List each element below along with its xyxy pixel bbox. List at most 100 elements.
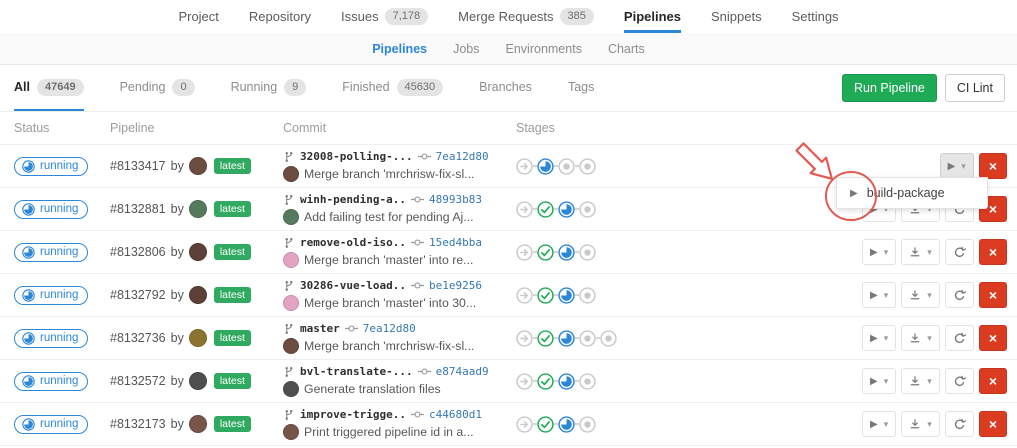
retry-button[interactable] bbox=[945, 325, 974, 351]
stage-skipped-icon[interactable] bbox=[516, 158, 533, 175]
top-nav-item-pipelines[interactable]: Pipelines bbox=[624, 0, 681, 33]
stage-running-icon[interactable] bbox=[558, 201, 575, 218]
play-dropdown-button[interactable]: ▶▾ bbox=[862, 411, 896, 437]
pipeline-id-link[interactable]: #8132173 bbox=[110, 417, 166, 431]
user-avatar[interactable] bbox=[189, 329, 207, 347]
retry-button[interactable] bbox=[945, 282, 974, 308]
stage-created-icon[interactable] bbox=[558, 158, 575, 175]
user-avatar[interactable] bbox=[189, 157, 207, 175]
stage-running-icon[interactable] bbox=[558, 330, 575, 347]
pipeline-id-link[interactable]: #8132572 bbox=[110, 374, 166, 388]
top-nav-item-settings[interactable]: Settings bbox=[792, 0, 839, 33]
commit-sha-link[interactable]: 7ea12d80 bbox=[363, 321, 416, 338]
sub-nav-item-pipelines[interactable]: Pipelines bbox=[372, 42, 427, 56]
sub-nav-item-charts[interactable]: Charts bbox=[608, 42, 645, 56]
tab-pending[interactable]: Pending0 bbox=[120, 65, 195, 111]
stage-created-icon[interactable] bbox=[600, 330, 617, 347]
commit-message-link[interactable]: Merge branch 'mrchrisw-fix-sl... bbox=[304, 165, 474, 183]
play-dropdown-button[interactable]: ▶▾ bbox=[862, 282, 896, 308]
stage-created-icon[interactable] bbox=[579, 416, 596, 433]
commit-sha-link[interactable]: c44680d1 bbox=[429, 407, 482, 424]
retry-button[interactable] bbox=[945, 368, 974, 394]
user-avatar[interactable] bbox=[189, 286, 207, 304]
pipeline-status-badge[interactable]: running bbox=[14, 157, 88, 176]
cancel-pipeline-button[interactable]: × bbox=[979, 153, 1007, 179]
play-dropdown-button[interactable]: ▶▾ bbox=[862, 239, 896, 265]
top-nav-item-issues[interactable]: Issues7,178 bbox=[341, 0, 428, 33]
stage-skipped-icon[interactable] bbox=[516, 287, 533, 304]
stage-created-icon[interactable] bbox=[579, 287, 596, 304]
dropdown-item-build-package[interactable]: ▶build-package bbox=[837, 183, 987, 203]
stage-skipped-icon[interactable] bbox=[516, 201, 533, 218]
commit-message-link[interactable]: Merge branch 'master' into re... bbox=[304, 251, 473, 269]
stage-created-icon[interactable] bbox=[579, 330, 596, 347]
pipeline-status-badge[interactable]: running bbox=[14, 286, 88, 305]
user-avatar[interactable] bbox=[189, 200, 207, 218]
play-dropdown-button[interactable]: ▶▾ bbox=[862, 368, 896, 394]
run-pipeline-button[interactable]: Run Pipeline bbox=[842, 74, 937, 102]
stage-passed-icon[interactable] bbox=[537, 373, 554, 390]
stage-passed-icon[interactable] bbox=[537, 416, 554, 433]
ci-lint-button[interactable]: CI Lint bbox=[945, 74, 1005, 102]
branch-name-link[interactable]: 32008-polling-... bbox=[300, 149, 413, 166]
pipeline-id-link[interactable]: #8132792 bbox=[110, 288, 166, 302]
sub-nav-item-jobs[interactable]: Jobs bbox=[453, 42, 479, 56]
pipeline-id-link[interactable]: #8132806 bbox=[110, 245, 166, 259]
cancel-pipeline-button[interactable]: × bbox=[979, 411, 1007, 437]
pipeline-status-badge[interactable]: running bbox=[14, 415, 88, 434]
stage-created-icon[interactable] bbox=[579, 201, 596, 218]
tab-branches[interactable]: Branches bbox=[479, 65, 532, 111]
commit-message-link[interactable]: Print triggered pipeline id in a... bbox=[304, 423, 474, 441]
play-dropdown-button[interactable]: ▶▾ bbox=[940, 153, 974, 179]
stage-running-icon[interactable] bbox=[558, 373, 575, 390]
branch-name-link[interactable]: master bbox=[300, 321, 340, 338]
pipeline-id-link[interactable]: #8133417 bbox=[110, 159, 166, 173]
commit-message-link[interactable]: Merge branch 'master' into 30... bbox=[304, 294, 476, 312]
commit-sha-link[interactable]: 7ea12d80 bbox=[436, 149, 489, 166]
stage-skipped-icon[interactable] bbox=[516, 330, 533, 347]
artifacts-dropdown-button[interactable]: ▾ bbox=[901, 239, 940, 265]
user-avatar[interactable] bbox=[189, 243, 207, 261]
stage-skipped-icon[interactable] bbox=[516, 416, 533, 433]
pipeline-id-link[interactable]: #8132881 bbox=[110, 202, 166, 216]
artifacts-dropdown-button[interactable]: ▾ bbox=[901, 325, 940, 351]
branch-name-link[interactable]: winh-pending-a.. bbox=[300, 192, 406, 209]
branch-name-link[interactable]: bvl-translate-... bbox=[300, 364, 413, 381]
top-nav-item-repository[interactable]: Repository bbox=[249, 0, 311, 33]
retry-button[interactable] bbox=[945, 239, 974, 265]
branch-name-link[interactable]: improve-trigge.. bbox=[300, 407, 406, 424]
cancel-pipeline-button[interactable]: × bbox=[979, 325, 1007, 351]
commit-sha-link[interactable]: 48993b83 bbox=[429, 192, 482, 209]
stage-created-icon[interactable] bbox=[579, 373, 596, 390]
retry-button[interactable] bbox=[945, 411, 974, 437]
stage-passed-icon[interactable] bbox=[537, 244, 554, 261]
cancel-pipeline-button[interactable]: × bbox=[979, 282, 1007, 308]
stage-created-icon[interactable] bbox=[579, 244, 596, 261]
pipeline-status-badge[interactable]: running bbox=[14, 243, 88, 262]
pipeline-status-badge[interactable]: running bbox=[14, 372, 88, 391]
stage-skipped-icon[interactable] bbox=[516, 244, 533, 261]
stage-running-icon[interactable] bbox=[537, 158, 554, 175]
commit-sha-link[interactable]: e874aad9 bbox=[436, 364, 489, 381]
sub-nav-item-environments[interactable]: Environments bbox=[506, 42, 582, 56]
pipeline-id-link[interactable]: #8132736 bbox=[110, 331, 166, 345]
top-nav-item-merge-requests[interactable]: Merge Requests385 bbox=[458, 0, 594, 33]
pipeline-status-badge[interactable]: running bbox=[14, 329, 88, 348]
commit-message-link[interactable]: Add failing test for pending Aj... bbox=[304, 208, 474, 226]
artifacts-dropdown-button[interactable]: ▾ bbox=[901, 411, 940, 437]
tab-running[interactable]: Running9 bbox=[231, 65, 307, 111]
top-nav-item-project[interactable]: Project bbox=[178, 0, 218, 33]
tab-all[interactable]: All47649 bbox=[14, 65, 84, 111]
stage-passed-icon[interactable] bbox=[537, 201, 554, 218]
user-avatar[interactable] bbox=[189, 372, 207, 390]
artifacts-dropdown-button[interactable]: ▾ bbox=[901, 368, 940, 394]
commit-sha-link[interactable]: 15ed4bba bbox=[429, 235, 482, 252]
stage-running-icon[interactable] bbox=[558, 244, 575, 261]
tab-tags[interactable]: Tags bbox=[568, 65, 594, 111]
commit-message-link[interactable]: Generate translation files bbox=[304, 380, 441, 398]
commit-message-link[interactable]: Merge branch 'mrchrisw-fix-sl... bbox=[304, 337, 474, 355]
artifacts-dropdown-button[interactable]: ▾ bbox=[901, 282, 940, 308]
stage-running-icon[interactable] bbox=[558, 287, 575, 304]
stage-passed-icon[interactable] bbox=[537, 287, 554, 304]
stage-created-icon[interactable] bbox=[579, 158, 596, 175]
